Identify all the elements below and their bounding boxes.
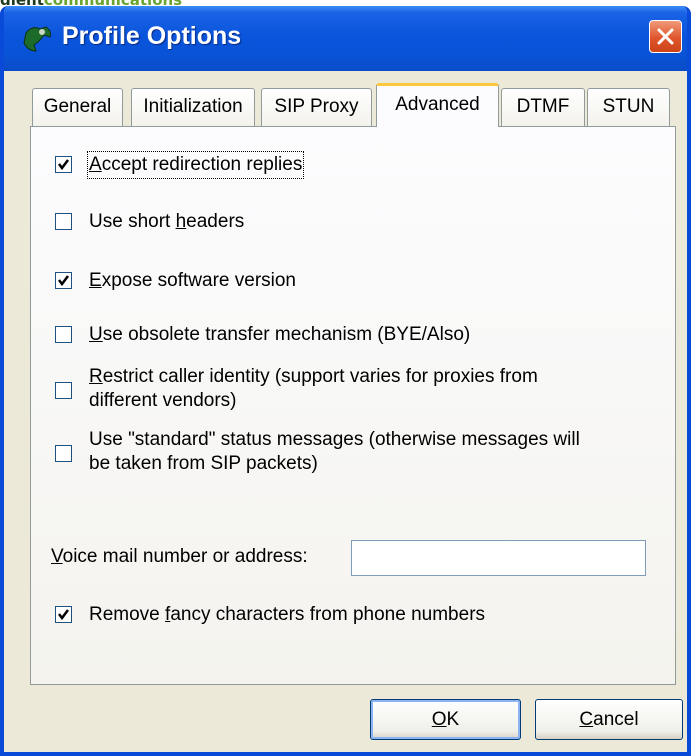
tab-initialization[interactable]: Initialization — [131, 88, 255, 126]
tab-general[interactable]: General — [32, 88, 123, 126]
cancel-button[interactable]: Cancel — [535, 699, 683, 740]
close-icon — [657, 28, 674, 45]
remove-fancy-characters-checkbox[interactable] — [55, 606, 72, 623]
voice-mail-label: Voice mail number or address: — [51, 546, 308, 567]
use-short-headers-checkbox[interactable] — [55, 213, 72, 230]
expose-software-version-checkbox[interactable] — [55, 272, 72, 289]
advanced-panel: Accept redirection replies Use short hea… — [30, 126, 676, 685]
app-phone-icon — [22, 23, 54, 53]
tab-sip-proxy[interactable]: SIP Proxy — [261, 88, 372, 126]
profile-options-dialog: Profile Options General Initialization S… — [0, 6, 691, 756]
restrict-caller-identity-checkbox[interactable] — [55, 382, 72, 399]
window-title: Profile Options — [62, 22, 242, 50]
tab-dtmf[interactable]: DTMF — [501, 88, 585, 126]
tab-advanced[interactable]: Advanced — [376, 83, 499, 127]
tab-control: General Initialization SIP Proxy Advance… — [4, 71, 687, 752]
check-icon — [58, 275, 69, 287]
title-bar[interactable]: Profile Options — [4, 6, 687, 71]
accept-redirection-checkbox[interactable] — [55, 156, 72, 173]
standard-status-messages-checkbox[interactable] — [55, 445, 72, 462]
voice-mail-input[interactable] — [351, 540, 646, 576]
check-icon — [58, 159, 69, 171]
obsolete-transfer-checkbox[interactable] — [55, 326, 72, 343]
check-icon — [58, 609, 69, 621]
close-button[interactable] — [649, 20, 682, 53]
tab-stun[interactable]: STUN — [587, 88, 670, 126]
ok-button[interactable]: OK — [370, 699, 521, 740]
